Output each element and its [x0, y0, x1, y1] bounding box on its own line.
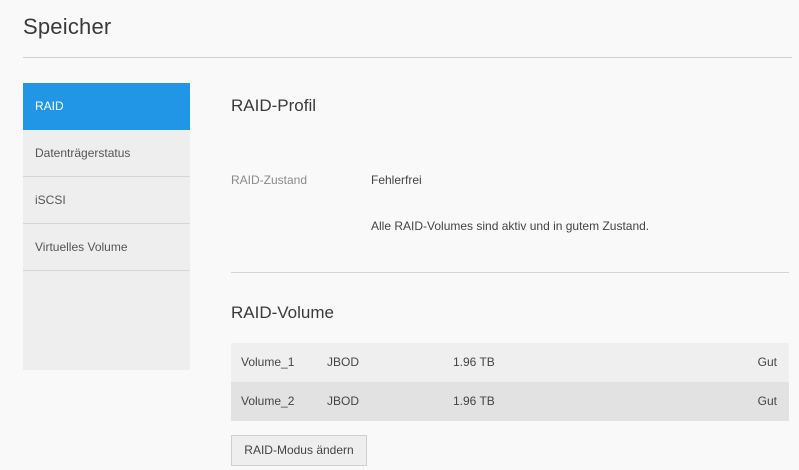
- volume-type: JBOD: [327, 394, 360, 408]
- table-row[interactable]: Volume_1 JBOD 1.96 TB Gut: [231, 343, 789, 382]
- raid-volume-table: Volume_1 JBOD 1.96 TB Gut Volume_2 JBOD …: [231, 343, 789, 421]
- volume-size: 1.96 TB: [453, 355, 495, 369]
- sidebar-item-datentraegerstatus[interactable]: Datenträgerstatus: [23, 130, 190, 177]
- sidebar-item-iscsi[interactable]: iSCSI: [23, 177, 190, 224]
- raid-state-label: RAID-Zustand: [231, 173, 308, 187]
- table-row[interactable]: Volume_2 JBOD 1.96 TB Gut: [231, 382, 789, 421]
- title-divider: [23, 57, 792, 58]
- raid-volume-heading: RAID-Volume: [231, 303, 334, 322]
- raid-profile-heading: RAID-Profil: [231, 96, 317, 115]
- page-title: Speicher: [23, 14, 112, 39]
- volume-type: JBOD: [327, 355, 360, 369]
- volume-size: 1.96 TB: [453, 394, 495, 408]
- volume-name: Volume_2: [241, 394, 295, 408]
- volume-status: Gut: [757, 355, 777, 369]
- sidebar-item-raid[interactable]: RAID: [23, 83, 190, 130]
- change-raid-mode-button[interactable]: RAID-Modus ändern: [231, 435, 367, 466]
- raid-state-description: Alle RAID-Volumes sind aktiv und in gute…: [371, 219, 650, 233]
- sidebar: RAID Datenträgerstatus iSCSI Virtuelles …: [23, 83, 190, 370]
- raid-state-value: Fehlerfrei: [371, 173, 422, 187]
- volume-status: Gut: [757, 394, 777, 408]
- volume-name: Volume_1: [241, 355, 295, 369]
- sidebar-item-virtuelles-volume[interactable]: Virtuelles Volume: [23, 224, 190, 271]
- section-divider: [231, 272, 789, 273]
